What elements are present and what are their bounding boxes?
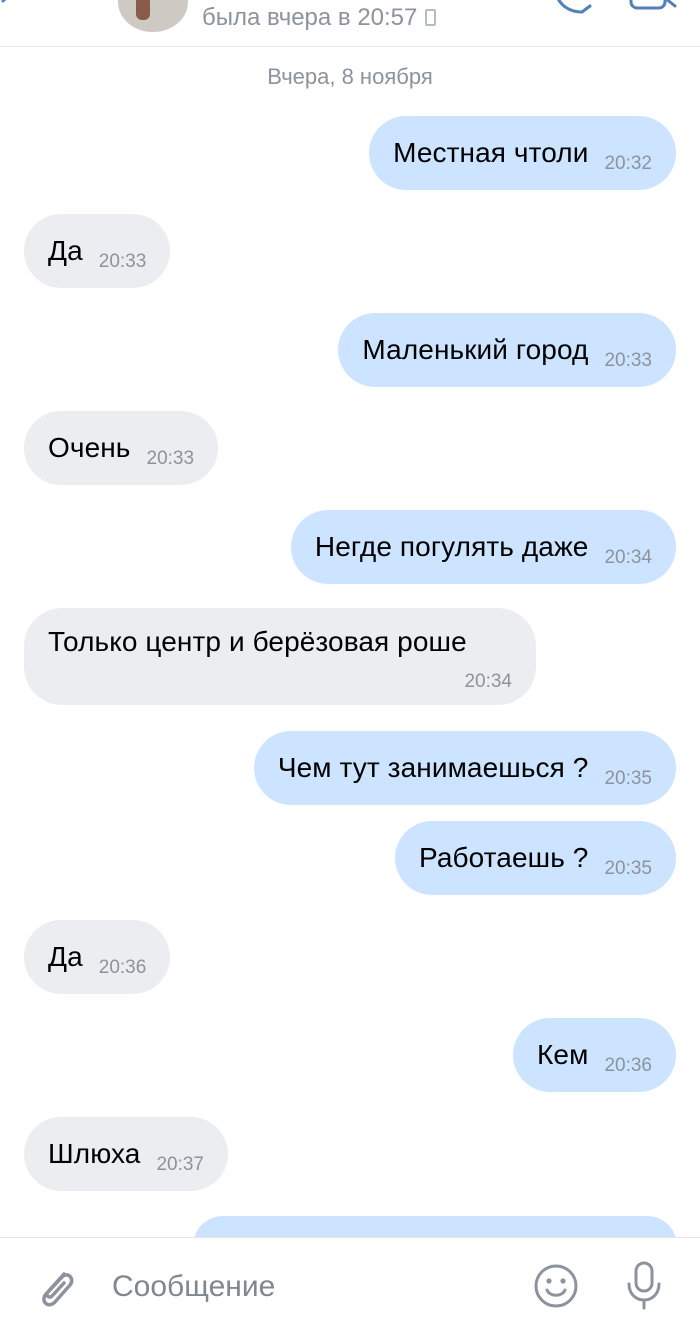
message-time: 20:35 <box>604 768 652 789</box>
message-text: Чем тут занимаешься ? <box>277 752 589 783</box>
incoming-message[interactable]: Да 20:36 <box>24 920 171 994</box>
call-icon[interactable] <box>552 0 592 16</box>
outgoing-message[interactable]: Кем 20:36 <box>513 1018 676 1092</box>
outgoing-message[interactable]: Работаешь ? 20:35 <box>394 821 676 895</box>
message-time: 20:37 <box>156 1154 204 1175</box>
microphone-icon[interactable] <box>624 1260 664 1312</box>
message-text: Местная чтоли <box>393 137 589 168</box>
message-text: Работаешь ? <box>418 842 589 873</box>
outgoing-message[interactable]: Чем тут занимаешься ? 20:35 <box>253 731 676 805</box>
message-time: 20:33 <box>604 350 652 371</box>
outgoing-message[interactable]: Негде погулять даже 20:34 <box>290 510 676 584</box>
message-time: 20:33 <box>98 251 147 272</box>
message-input[interactable] <box>110 1266 494 1308</box>
video-call-icon[interactable] <box>628 0 678 16</box>
last-seen-status: была вчера в 20:57 <box>202 4 437 32</box>
message-text: Да <box>48 941 83 972</box>
message-text: Шлюха <box>48 1138 141 1169</box>
message-text: Очень <box>48 432 131 463</box>
incoming-message[interactable]: Только центр и берёзовая роше 20:34 <box>24 608 536 705</box>
message-time: 20:32 <box>604 153 652 174</box>
attach-icon[interactable] <box>34 1264 78 1314</box>
message-time: 20:33 <box>146 448 195 469</box>
message-composer <box>0 1237 700 1332</box>
last-seen-text: была вчера в 20:57 <box>202 4 418 31</box>
message-time: 20:36 <box>98 957 147 978</box>
back-arrow-icon[interactable] <box>0 0 24 16</box>
date-separator: Вчера, 8 ноября <box>267 64 433 89</box>
message-text: Да <box>48 235 83 266</box>
message-time: 20:34 <box>464 671 512 692</box>
incoming-message[interactable]: Да 20:33 <box>24 214 171 288</box>
message-time: 20:35 <box>604 858 652 879</box>
avatar[interactable] <box>118 0 188 32</box>
message-text: Негде погулять даже <box>314 531 589 562</box>
incoming-message[interactable]: Шлюха 20:37 <box>24 1117 228 1191</box>
message-text: Кем <box>537 1039 589 1070</box>
message-time: 20:36 <box>604 1055 652 1076</box>
message-text: Только центр и берёзовая роше <box>48 626 467 657</box>
outgoing-message[interactable]: Маленький город 20:33 <box>338 313 676 387</box>
phone-icon <box>425 9 437 26</box>
message-time: 20:34 <box>604 547 652 568</box>
incoming-message[interactable]: Очень 20:33 <box>24 411 219 485</box>
chat-header: была вчера в 20:57 <box>0 0 700 47</box>
outgoing-message[interactable]: Местная чтоли 20:32 <box>369 116 676 190</box>
emoji-icon[interactable] <box>532 1262 580 1310</box>
message-text: Маленький город <box>362 334 589 365</box>
